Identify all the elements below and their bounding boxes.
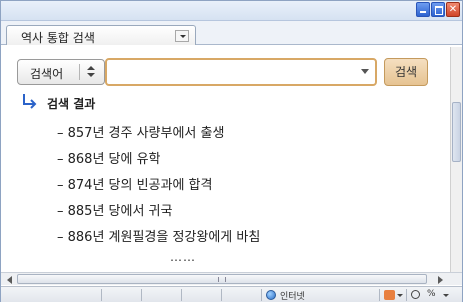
scroll-left-icon[interactable] <box>5 275 15 284</box>
chevron-down-icon[interactable] <box>443 294 449 297</box>
list-item: – 868년 당에 유학 <box>57 152 161 167</box>
tab-history-search[interactable]: 역사 통합 검색 <box>6 25 196 45</box>
close-icon: ✕ <box>448 4 458 15</box>
status-divider <box>379 289 380 301</box>
tab-label: 역사 통합 검색 <box>21 31 95 45</box>
search-category-label: 검색어 <box>30 67 64 81</box>
list-item: – 886년 계원필경을 정강왕에게 바침 <box>57 230 261 245</box>
close-button[interactable]: ✕ <box>446 2 460 17</box>
scroll-right-icon[interactable] <box>435 275 445 284</box>
tab-dropdown-icon[interactable] <box>175 30 189 42</box>
zone-label: 인터넷 <box>280 292 305 302</box>
browser-window: ✕ 역사 통합 검색 검색어 검색 검색 결과 – 857년 경주 사량부에서 … <box>0 0 463 302</box>
search-button[interactable]: 검색 <box>384 58 428 86</box>
status-divider <box>141 289 142 301</box>
minimize-button[interactable] <box>416 2 430 17</box>
status-divider <box>261 289 262 301</box>
status-bar: 인터넷 % <box>1 286 462 302</box>
status-divider <box>101 289 102 301</box>
list-item: – 885년 당에서 귀국 <box>57 204 173 219</box>
title-bar: ✕ <box>1 1 462 21</box>
search-box[interactable] <box>105 58 377 86</box>
tab-strip: 역사 통합 검색 <box>1 21 462 45</box>
list-item: – 874년 당의 빈공과에 합격 <box>57 178 213 193</box>
protected-mode-icon[interactable] <box>384 290 395 300</box>
status-divider <box>221 289 222 301</box>
vertical-scroll-thumb[interactable] <box>452 102 461 162</box>
vertical-scrollbar[interactable] <box>450 47 462 272</box>
status-divider <box>181 289 182 301</box>
horizontal-scroll-thumb[interactable] <box>17 274 427 284</box>
results-ellipsis: …… <box>170 250 196 264</box>
chevron-down-icon[interactable] <box>397 294 403 297</box>
maximize-button[interactable] <box>431 2 445 17</box>
list-item: – 857년 경주 사량부에서 출생 <box>57 126 225 141</box>
zoom-icon[interactable] <box>411 290 420 299</box>
horizontal-scrollbar[interactable] <box>1 272 462 285</box>
page-content: 검색어 검색 검색 결과 – 857년 경주 사량부에서 출생 – 868년 당… <box>7 47 450 271</box>
dropdown-icon[interactable] <box>361 69 369 74</box>
minimize-icon <box>417 3 429 16</box>
status-divider <box>406 289 407 301</box>
results-title: 검색 결과 <box>47 97 96 111</box>
maximize-icon <box>432 3 444 16</box>
grip-icon <box>218 277 226 282</box>
window-controls: ✕ <box>416 2 460 17</box>
result-list: – 857년 경주 사량부에서 출생 – 868년 당에 유학 – 874년 당… <box>57 122 260 252</box>
search-input[interactable] <box>111 63 351 81</box>
selector-divider <box>79 64 80 80</box>
zoom-label[interactable]: % <box>427 289 436 299</box>
globe-icon <box>266 290 276 300</box>
search-category-select[interactable]: 검색어 <box>17 59 105 85</box>
arrow-return-icon <box>23 94 37 109</box>
spin-icon[interactable] <box>84 65 98 79</box>
